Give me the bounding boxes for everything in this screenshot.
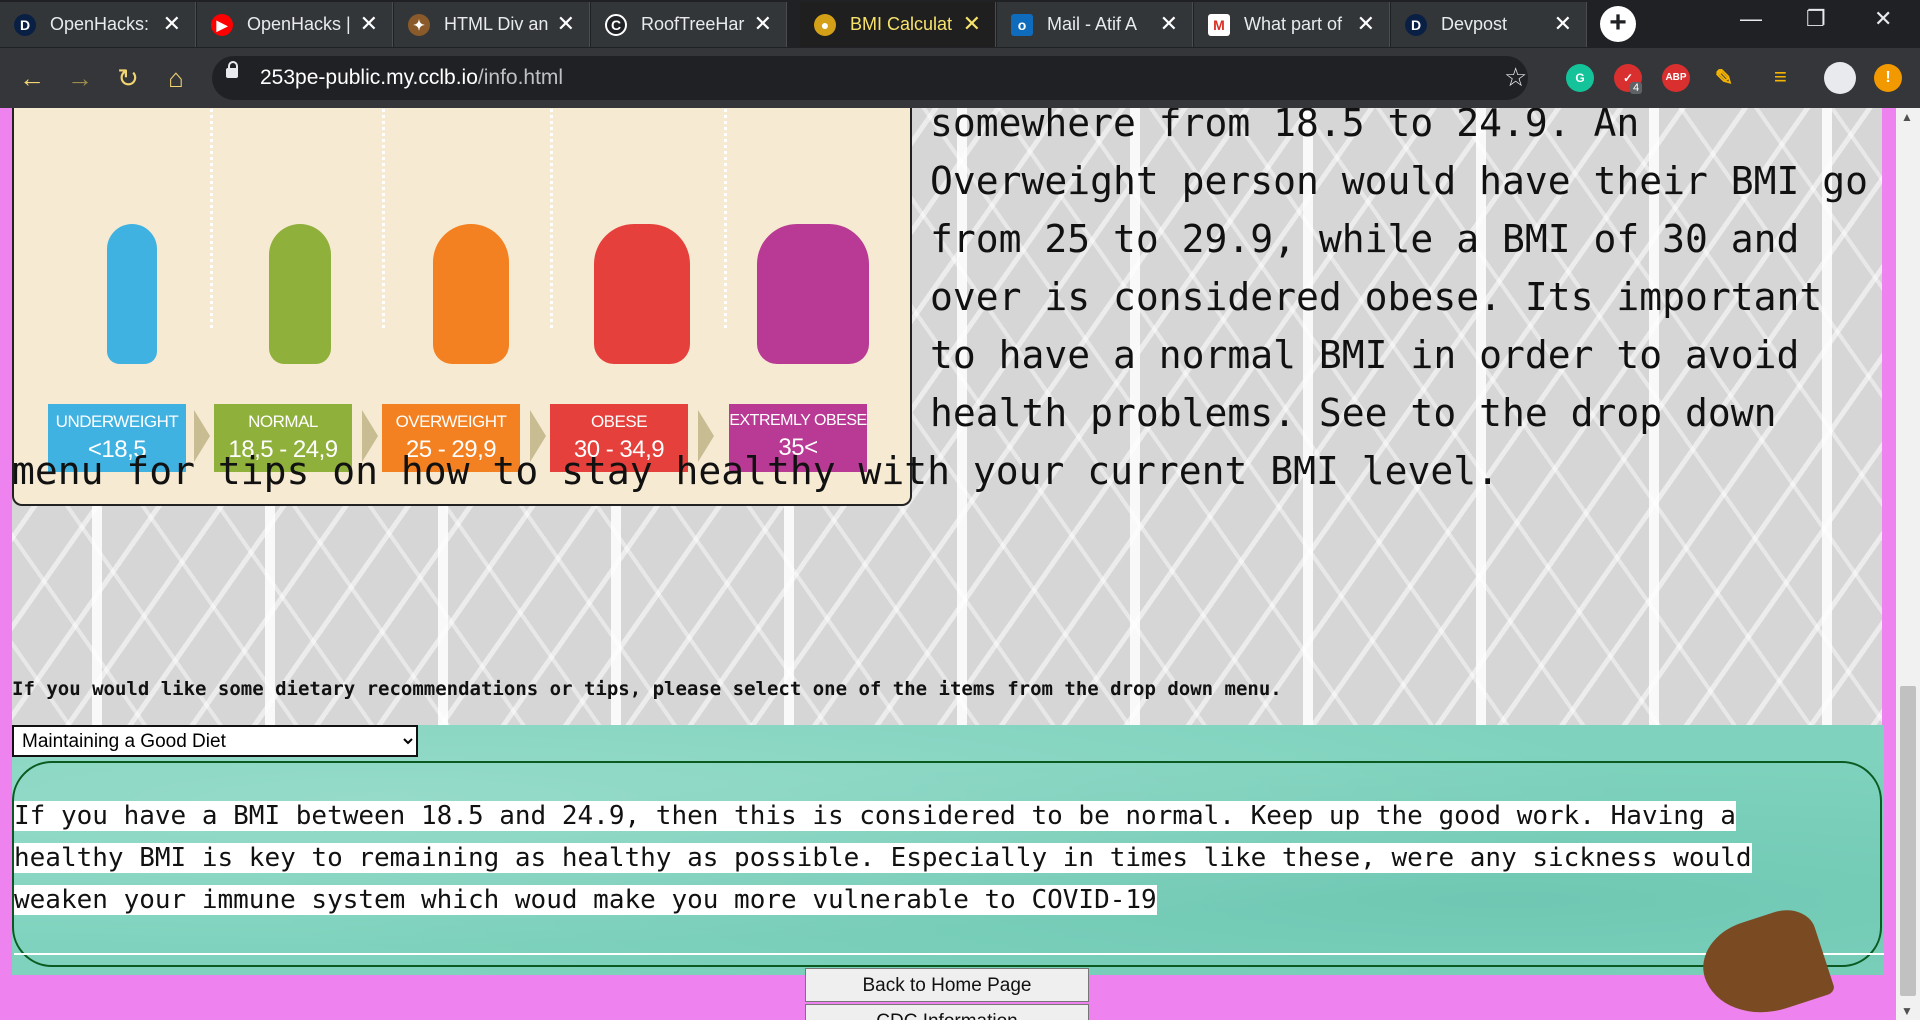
bmi-info-section: UNDERWEIGHT <18,5 NORMAL 18,5 - 24,9 OVE… — [12, 108, 1882, 750]
extremely-obese-figure — [738, 224, 888, 364]
tab-label: RoofTreeHar — [641, 14, 745, 34]
diet-tips-dropdown[interactable]: Maintaining a Good Diet — [12, 725, 418, 757]
forward-arrow-icon[interactable]: → — [62, 60, 98, 96]
gmail-icon: M — [1208, 14, 1230, 36]
divider — [382, 108, 385, 328]
category-name: UNDERWEIGHT — [55, 412, 179, 431]
close-icon[interactable]: ✕ — [360, 11, 378, 37]
close-icon[interactable]: ✕ — [1357, 11, 1375, 37]
text-line: somewhere from 18.5 to 24.9. An — [930, 108, 1640, 145]
tab-label: HTML Div an — [444, 14, 549, 34]
close-icon[interactable]: ✕ — [963, 11, 981, 37]
avatar[interactable] — [1824, 62, 1856, 94]
browser-tab-bar: D OpenHacks: ✕ ▶ OpenHacks | ✕ ✦ HTML Di… — [0, 0, 1920, 48]
tab-label: OpenHacks | — [247, 14, 351, 34]
site-icon: ✦ — [408, 14, 430, 36]
text-line: to have a normal BMI in order to avoid — [930, 333, 1800, 377]
tip-line: If you have a BMI between 18.5 and 24.9,… — [14, 801, 1736, 831]
bookmark-star-icon[interactable]: ☆ — [1504, 62, 1527, 93]
maximize-icon[interactable]: ❐ — [1806, 6, 1826, 32]
tab-label: OpenHacks: — [50, 14, 150, 34]
grammarly-icon[interactable]: G — [1566, 64, 1594, 92]
text-line: menu for tips on how to stay healthy wit… — [12, 449, 1500, 493]
url-text[interactable]: 253pe-public.my.cclb.io/info.html — [260, 66, 563, 90]
reload-icon[interactable]: ↻ — [110, 60, 146, 96]
divider — [14, 953, 1884, 955]
tip-text: If you have a BMI between 18.5 and 24.9,… — [14, 795, 1874, 921]
tab-html-div[interactable]: ✦ HTML Div an ✕ — [394, 2, 590, 47]
window-close-icon[interactable]: ✕ — [1874, 6, 1892, 32]
text-line: over is considered obese. Its important — [930, 275, 1823, 319]
cdc-information-button[interactable]: CDC Information — [805, 1004, 1089, 1020]
tab-label: BMI Calculat — [850, 14, 953, 34]
youtube-icon: ▶ — [211, 14, 233, 36]
category-name: EXTREMLY OBESE — [729, 412, 867, 429]
tips-section: Maintaining a Good Diet If you have a BM… — [12, 725, 1884, 1020]
dietary-prompt-text: If you would like some dietary recommend… — [12, 678, 1282, 700]
back-arrow-icon[interactable]: ← — [14, 60, 50, 96]
category-name: NORMAL — [248, 412, 318, 431]
normal-figure — [240, 224, 360, 364]
overweight-figure — [406, 224, 536, 364]
text-line: health problems. See to the drop down — [930, 391, 1777, 435]
obese-figure — [572, 224, 712, 364]
globe-icon: ● — [814, 14, 836, 36]
text-line: from 25 to 29.9, while a BMI of 30 and — [930, 217, 1800, 261]
tab-label: Mail - Atif A — [1047, 14, 1138, 34]
vertical-scrollbar[interactable]: ▲ ▼ — [1896, 108, 1920, 1020]
close-icon[interactable]: ✕ — [754, 11, 772, 37]
back-to-home-button[interactable]: Back to Home Page — [805, 968, 1089, 1002]
tip-line: healthy BMI is key to remaining as healt… — [14, 843, 1752, 873]
close-icon[interactable]: ✕ — [1554, 11, 1572, 37]
scroll-down-icon[interactable]: ▼ — [1901, 1004, 1913, 1018]
lock-icon — [226, 61, 238, 78]
tab-label: What part of — [1244, 14, 1343, 34]
tab-openhacks-youtube[interactable]: ▶ OpenHacks | ✕ — [197, 2, 393, 47]
browser-toolbar: ← → ↻ ⌂ 253pe-public.my.cclb.io/info.htm… — [0, 48, 1920, 108]
category-name: OVERWEIGHT — [395, 412, 507, 431]
minimize-icon[interactable]: — — [1740, 6, 1762, 32]
tab-label: Devpost — [1441, 14, 1508, 34]
adblock-plus-icon[interactable]: ABP — [1662, 64, 1690, 92]
copyright-icon: C — [605, 14, 627, 36]
divider — [724, 108, 727, 328]
close-icon[interactable]: ✕ — [1160, 11, 1178, 37]
tab-devpost[interactable]: D Devpost ✕ — [1391, 2, 1587, 47]
pencil-icon[interactable]: ✎ — [1710, 64, 1738, 92]
close-icon[interactable]: ✕ — [557, 11, 575, 37]
outlook-icon: o — [1011, 14, 1033, 36]
tab-mail[interactable]: o Mail - Atif A ✕ — [997, 2, 1193, 47]
tip-box: If you have a BMI between 18.5 and 24.9,… — [12, 761, 1884, 1020]
scrollbar-thumb[interactable] — [1900, 686, 1916, 996]
category-name: OBESE — [590, 412, 648, 431]
divider — [210, 108, 213, 328]
tab-rooftreehar[interactable]: C RoofTreeHar ✕ — [591, 2, 787, 47]
home-icon[interactable]: ⌂ — [158, 60, 194, 96]
divider — [550, 108, 553, 328]
tab-bmi-calculator[interactable]: ● BMI Calculat ✕ — [800, 2, 996, 47]
text-line: Overweight person would have their BMI g… — [930, 159, 1868, 203]
devpost-icon: D — [1405, 14, 1427, 36]
extension-badge: 4 — [1630, 82, 1643, 94]
page-content: UNDERWEIGHT <18,5 NORMAL 18,5 - 24,9 OVE… — [0, 108, 1896, 1020]
devpost-icon: D — [14, 14, 36, 36]
scroll-up-icon[interactable]: ▲ — [1901, 110, 1913, 124]
update-alert-icon[interactable]: ! — [1874, 64, 1902, 92]
close-icon[interactable]: ✕ — [163, 11, 181, 37]
new-tab-button[interactable]: + — [1600, 6, 1636, 42]
tab-gmail[interactable]: M What part of ✕ — [1194, 2, 1390, 47]
media-control-icon[interactable]: ≡ — [1774, 64, 1787, 90]
tab-openhacks-devpost[interactable]: D OpenHacks: ✕ — [0, 2, 196, 47]
tip-line: weaken your immune system which woud mak… — [14, 885, 1157, 915]
underweight-figure — [72, 224, 192, 364]
